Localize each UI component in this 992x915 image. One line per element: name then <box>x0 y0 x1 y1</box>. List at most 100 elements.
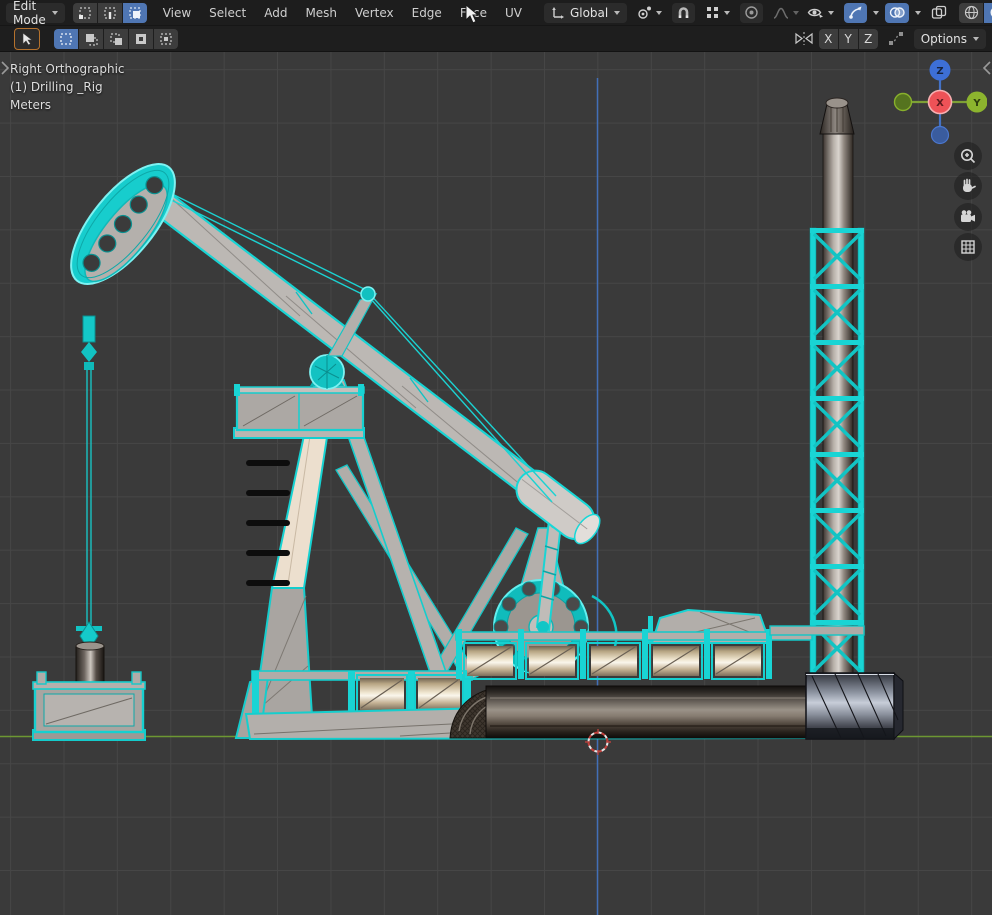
show-gizmo-toggle[interactable] <box>844 2 868 23</box>
show-overlays-icon <box>890 7 905 18</box>
mirror-z-toggle[interactable]: Z <box>858 28 878 49</box>
proportional-editing-toggle[interactable] <box>740 2 764 23</box>
svg-text:X: X <box>936 98 944 109</box>
gizmo-axis-neg-y[interactable] <box>893 92 913 112</box>
selection-mode-invert[interactable] <box>129 28 153 49</box>
samson-post-mesh[interactable] <box>233 377 448 717</box>
camera-icon <box>961 210 975 222</box>
gizmo-axis-neg-z[interactable] <box>930 125 950 145</box>
menu-uv[interactable]: UV <box>497 3 530 23</box>
chevron-down-icon <box>828 10 835 15</box>
selection-mode-extend-icon <box>86 33 98 46</box>
edge-select-button[interactable] <box>97 2 122 23</box>
svg-text:Z: Z <box>936 66 943 77</box>
gizmo-axis-z[interactable]: Z <box>929 59 951 81</box>
active-tool-select-box[interactable] <box>14 27 40 50</box>
scene-canvas[interactable] <box>0 52 992 915</box>
options-dropdown[interactable]: Options <box>913 28 986 49</box>
show-gizmo-icon <box>849 6 862 19</box>
snap-falloff-path-icon[interactable] <box>888 31 904 46</box>
select-mode-group <box>72 2 147 23</box>
visibility-eye-icon <box>807 8 824 18</box>
pivot-point-icon <box>638 6 652 19</box>
pivot-point-selector[interactable] <box>633 3 666 23</box>
discharge-pipe-mesh[interactable] <box>449 685 817 739</box>
menu-add[interactable]: Add <box>256 3 295 23</box>
upper-panel[interactable] <box>649 642 703 680</box>
face-select-button[interactable] <box>122 2 147 23</box>
grid-ortho-icon <box>961 240 975 254</box>
mouse-pointer <box>465 4 478 24</box>
menu-view[interactable]: View <box>155 3 199 23</box>
skid-lower-panel[interactable] <box>356 674 408 714</box>
tool-settings-bar: X Y Z Options <box>0 26 992 52</box>
transform-orientation-selector[interactable]: Global <box>543 2 628 23</box>
menu-mesh[interactable]: Mesh <box>297 3 345 23</box>
snap-magnet-icon <box>678 7 689 18</box>
selection-mode-set[interactable] <box>54 28 78 49</box>
gizmo-axis-x[interactable]: X <box>927 89 953 115</box>
upper-panel[interactable] <box>463 642 517 680</box>
polished-rod-cable[interactable] <box>86 370 92 638</box>
chevron-down-icon <box>614 10 621 15</box>
header-bar: Edit Mode View Select Add Mesh Vertex Ed… <box>0 0 992 27</box>
pan-hand-icon <box>963 178 976 192</box>
horse-head-mesh[interactable] <box>53 148 193 370</box>
transform-orientation-label: Global <box>569 5 609 20</box>
object-visibility-selector[interactable] <box>803 3 838 23</box>
menu-vertex[interactable]: Vertex <box>347 3 402 23</box>
selection-mode-set-icon <box>60 32 72 45</box>
vertex-select-button[interactable] <box>72 2 97 23</box>
toggle-xray-icon <box>932 5 947 19</box>
selection-mode-invert-icon <box>136 33 146 44</box>
wellhead-mesh[interactable] <box>32 370 146 741</box>
camera-view-button[interactable] <box>954 203 982 231</box>
mirror-symmetry-icon[interactable] <box>795 31 813 46</box>
skid-lower-panel[interactable] <box>414 674 464 714</box>
mirror-x-toggle[interactable]: X <box>818 28 838 49</box>
menu-select[interactable]: Select <box>201 3 254 23</box>
toggle-xray-button[interactable] <box>927 3 951 23</box>
show-overlays-toggle[interactable] <box>885 2 910 23</box>
snap-target-icon <box>707 7 719 18</box>
svg-text:Y: Y <box>972 98 981 109</box>
shading-mode-group <box>959 2 992 23</box>
proportional-editing-icon <box>745 6 758 19</box>
center-bearing-mesh[interactable] <box>309 354 345 390</box>
wireframe-shading-icon <box>964 5 978 20</box>
proportional-falloff-selector[interactable] <box>769 3 803 23</box>
zoom-button[interactable] <box>954 142 982 170</box>
pan-button[interactable] <box>954 172 982 200</box>
mesh-options-cluster: X Y Z Options <box>795 28 986 49</box>
gizmo-axis-y[interactable]: Y <box>966 91 988 113</box>
axis-gizmo[interactable]: Z Y X <box>893 57 987 151</box>
selection-mode-subtract-icon <box>110 32 122 45</box>
chevron-down-icon[interactable] <box>873 10 880 15</box>
mode-selector[interactable]: Edit Mode <box>6 0 65 27</box>
mirror-y-toggle[interactable]: Y <box>838 28 858 49</box>
selection-mode-intersect[interactable] <box>154 28 178 49</box>
post-platform-mesh[interactable] <box>233 384 365 439</box>
snap-toggle[interactable] <box>672 2 696 23</box>
upper-panel[interactable] <box>525 642 579 680</box>
solid-shading-button[interactable] <box>984 2 992 23</box>
storage-tank-mesh[interactable] <box>805 671 904 741</box>
viewport-3d[interactable]: Right Orthographic (1) Drilling _Rig Met… <box>0 52 992 915</box>
cable-anchor-pulley[interactable] <box>360 286 376 302</box>
selection-mode-extend[interactable] <box>79 28 103 49</box>
wireframe-shading-button[interactable] <box>959 2 984 23</box>
chevron-down-icon <box>973 36 979 41</box>
snap-target-selector[interactable] <box>701 3 734 23</box>
options-label: Options <box>920 31 967 46</box>
chevron-down-icon[interactable] <box>915 10 922 15</box>
grid-ortho-button[interactable] <box>954 233 982 261</box>
toolbar-toggle-arrow[interactable] <box>0 60 10 76</box>
mode-selector-label: Edit Mode <box>13 0 46 27</box>
vertex-select-icon <box>78 6 91 19</box>
display-cluster <box>803 2 992 23</box>
upper-panel[interactable] <box>587 642 641 680</box>
upper-panel[interactable] <box>711 642 765 680</box>
selection-mode-intersect-icon <box>160 32 172 45</box>
selection-mode-subtract[interactable] <box>104 28 128 49</box>
menu-edge[interactable]: Edge <box>404 3 450 23</box>
